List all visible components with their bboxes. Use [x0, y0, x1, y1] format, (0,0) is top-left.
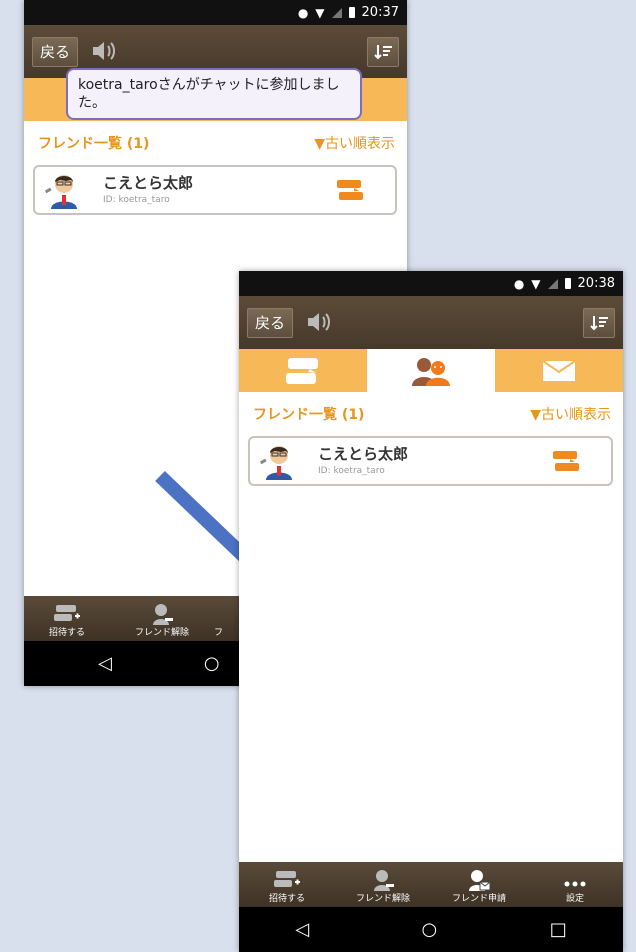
friend-id: ID: koetra_taro — [103, 195, 170, 205]
friend-id: ID: koetra_taro — [318, 466, 385, 476]
sort-order-link[interactable]: ▼古い順表示 — [314, 133, 395, 153]
sort-button[interactable] — [583, 308, 615, 338]
invite-button[interactable]: 招待する — [24, 596, 110, 641]
status-bar: ● ▼ 20:37 — [24, 0, 407, 25]
signal-icon — [331, 7, 342, 18]
back-button[interactable]: 戻る — [32, 37, 79, 67]
unfriend-label: フレンド解除 — [355, 894, 410, 904]
list-header: フレンド一覧 (1) ▼古い順表示 — [24, 121, 407, 153]
bottom-bar: 招待する フレンド解除 フレンド申請 設定 — [239, 862, 623, 907]
nav-back-button[interactable]: ◁ — [295, 919, 309, 940]
mail-icon — [542, 359, 576, 381]
friend-row[interactable]: こえとら太郎 ID: koetra_taro — [33, 165, 397, 215]
sort-icon — [374, 45, 392, 60]
join-notification: koetra_taroさんがチャットに参加しました。 — [66, 68, 362, 120]
tab-bar — [239, 349, 623, 392]
speaker-icon[interactable] — [305, 310, 333, 334]
location-icon: ● — [297, 5, 309, 20]
invite-button[interactable]: 招待する — [239, 862, 335, 907]
invite-icon — [54, 605, 80, 621]
unfriend-icon — [374, 870, 394, 891]
avatar — [44, 175, 77, 209]
screen-after: ● ▼ 20:38 戻る フレンド一覧 (1) ▼古い順表示 こえとら太郎 ID… — [239, 271, 623, 952]
list-title: フレンド一覧 (1) — [253, 407, 365, 423]
sort-order-link[interactable]: ▼古い順表示 — [530, 404, 611, 424]
chat-icon[interactable] — [337, 180, 363, 202]
invite-icon — [274, 871, 300, 887]
location-icon: ● — [513, 276, 525, 291]
list-title: フレンド一覧 (1) — [38, 136, 150, 152]
avatar — [259, 446, 292, 480]
nav-recent-button[interactable]: □ — [550, 919, 567, 940]
invite-label: 招待する — [268, 894, 305, 904]
friend-name: こえとら太郎 — [318, 445, 409, 463]
friend-request-icon — [469, 870, 491, 891]
nav-home-button[interactable]: ○ — [204, 653, 220, 674]
invite-label: 招待する — [48, 628, 85, 638]
wifi-icon: ▼ — [531, 276, 541, 291]
nav-home-button[interactable]: ○ — [422, 919, 438, 940]
status-time: 20:38 — [577, 276, 615, 291]
sort-icon — [590, 316, 608, 331]
friends-icon — [412, 357, 450, 386]
unfriend-button[interactable]: フレンド解除 — [335, 862, 431, 907]
toolbar: 戻る — [239, 296, 623, 349]
list-header: フレンド一覧 (1) ▼古い順表示 — [239, 392, 623, 424]
chat-icon[interactable] — [553, 451, 579, 473]
sort-button[interactable] — [367, 37, 399, 67]
nav-back-button[interactable]: ◁ — [98, 653, 112, 674]
tab-friends[interactable] — [367, 349, 495, 392]
settings-button[interactable]: 設定 — [527, 862, 623, 907]
friend-name: こえとら太郎 — [103, 174, 194, 192]
friend-request-button[interactable]: フレンド申請 — [431, 862, 527, 907]
wifi-icon: ▼ — [315, 5, 325, 20]
tab-chat[interactable] — [239, 349, 367, 392]
chat-icon — [286, 357, 318, 384]
back-button[interactable]: 戻る — [247, 308, 294, 338]
friend-row[interactable]: こえとら太郎 ID: koetra_taro — [248, 436, 613, 486]
system-nav-bar: ◁ ○ □ — [239, 907, 623, 952]
signal-icon — [547, 278, 558, 289]
speaker-icon[interactable] — [90, 39, 118, 63]
more-icon — [564, 881, 586, 887]
tab-mail[interactable] — [495, 349, 623, 392]
friend-request-label: フレンド申請 — [451, 894, 506, 904]
status-bar: ● ▼ 20:38 — [239, 271, 623, 296]
status-time: 20:37 — [361, 5, 399, 20]
battery-icon — [564, 278, 571, 289]
settings-label: 設定 — [565, 894, 584, 904]
battery-icon — [348, 7, 355, 18]
